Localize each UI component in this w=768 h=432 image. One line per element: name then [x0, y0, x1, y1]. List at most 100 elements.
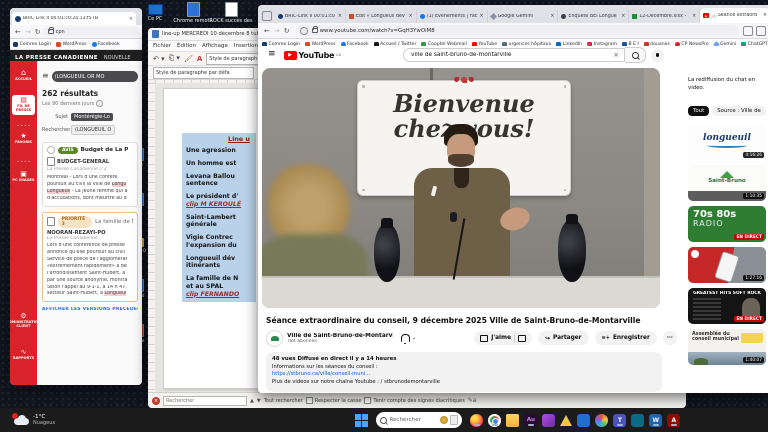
taskbar-explorer[interactable]	[506, 414, 519, 427]
close-tab-icon[interactable]: ×	[692, 14, 696, 19]
close-tab-icon[interactable]: ×	[409, 14, 413, 19]
save-button[interactable]: ≡+Enregistrer	[595, 331, 657, 345]
weather-widget[interactable]: -1°C Nuageux	[14, 414, 55, 426]
taskbar-app-teal[interactable]	[631, 414, 644, 427]
sujet-chip[interactable]: Montérégie-Lo	[71, 113, 113, 121]
video-player[interactable]: Bienvenue chez vous!	[262, 68, 660, 308]
press-tab[interactable]: BRIC-Link II 00:01:c0:2a:13:f5 (B ×	[12, 12, 136, 25]
undo-icon[interactable]: ↶ ▾	[153, 55, 165, 63]
desktop-icon-rock[interactable]: ROCK succès des	[214, 2, 248, 24]
sidebar-icon[interactable]	[756, 26, 766, 36]
extensions-icon[interactable]	[743, 26, 753, 36]
taskbar-word[interactable]: W	[649, 414, 662, 427]
close-tab-icon[interactable]: ×	[550, 14, 554, 19]
like-dislike-buttons[interactable]: J'aime	[474, 331, 532, 345]
sidebar-item-pc-images[interactable]: ▣PC IMAGES	[10, 171, 37, 182]
start-button[interactable]	[355, 414, 368, 427]
desktop-icon-chrome-remote[interactable]: Chrome remote	[176, 2, 210, 24]
article-card[interactable]: PRIORITÉ 3 La famille de N NOORAN-REZAYI…	[42, 212, 138, 303]
close-tab-icon[interactable]: ×	[621, 14, 625, 19]
sidebar-item-favoris[interactable]: ★FAVORIS	[10, 133, 37, 144]
highlight-icon[interactable]: A	[197, 55, 202, 63]
related-video-phone[interactable]: 1:27:16	[688, 247, 766, 283]
close-tab-icon[interactable]: ×	[480, 14, 484, 19]
tab-enquete-bei[interactable]: Enquête BEI Longue×	[558, 10, 629, 23]
menu-edition[interactable]: Édition	[177, 43, 196, 49]
youtube-search-box[interactable]: ×	[403, 48, 625, 62]
related-video-soft-rock[interactable]: GREATEST HITS SOFT ROCK EN DIRECT	[688, 288, 766, 324]
hamburger-icon[interactable]: ≡	[42, 74, 49, 79]
press-search-input[interactable]: (LONGUEUIL OR MO	[52, 71, 138, 82]
find-next-icon[interactable]: ▼	[257, 398, 261, 404]
filter-chip-tout[interactable]: Tout	[688, 106, 709, 116]
taskbar-firefox[interactable]	[470, 414, 483, 427]
tab-seance-extraordinaire-active[interactable]: ▶◁))Séance extraord×	[700, 8, 768, 23]
close-tab-icon[interactable]: ×	[338, 14, 342, 19]
taskbar-chrome[interactable]	[488, 414, 501, 427]
taskbar-app-pink[interactable]	[542, 414, 555, 427]
show-previous-versions-link[interactable]: AFFICHER LES VERSIONS PRÉCÉDENT	[42, 307, 138, 312]
match-case-checkbox[interactable]: Respecter la casse	[306, 397, 362, 404]
related-video-assemblee[interactable]: Assemblée du conseil municipal 1:40:07	[688, 329, 766, 365]
search-button[interactable]	[625, 47, 646, 63]
rechercher-chip[interactable]: (LONGUEUIL O	[71, 125, 115, 135]
close-tab-icon[interactable]: ×	[129, 16, 133, 22]
taskbar-drive[interactable]	[560, 415, 572, 426]
related-video-70s-80s-radio[interactable]: 70s 80s RADIO EN DIRECT	[688, 206, 766, 242]
youtube-logo[interactable]: ▶ YouTube CA	[284, 51, 342, 60]
sidebar-item-administration[interactable]: ⚙ADMINISTRATION CLIENT	[10, 313, 37, 329]
bookmark-comrex[interactable]: Comrex Login	[13, 42, 51, 47]
voice-search-button[interactable]	[651, 49, 664, 62]
reload-icon[interactable]: ↻	[284, 27, 290, 35]
article-card[interactable]: AVIS Budget de La P BUDGET-GÉNÉRAL La Pr…	[42, 142, 138, 207]
menu-affichage[interactable]: Affichage	[202, 43, 228, 49]
vertical-ruler[interactable]	[148, 83, 155, 393]
channel-avatar[interactable]	[266, 330, 283, 347]
press-url-bar[interactable]: cpn	[43, 27, 139, 36]
hamburger-icon[interactable]: ≡	[268, 52, 276, 57]
info-icon[interactable]: i	[96, 100, 103, 107]
tab-google-gemini[interactable]: Google Gemini×	[488, 10, 559, 23]
diacritics-checkbox[interactable]: Tenir compte des signes diacritiques	[364, 397, 464, 404]
notifications-button[interactable]: ⌄	[401, 334, 416, 342]
channel-info[interactable]: Ville de Saint-Bruno-de-Montarville 784 …	[287, 333, 393, 344]
find-input[interactable]	[163, 396, 247, 406]
close-find-icon[interactable]: ×	[152, 397, 160, 405]
find-prev-icon[interactable]: ▲	[250, 398, 254, 404]
radio-button[interactable]	[47, 146, 55, 154]
tab-audio-icon[interactable]: ◁))	[711, 14, 717, 18]
more-actions-button[interactable]: ⋯	[663, 331, 677, 345]
taskbar-photos[interactable]	[595, 414, 608, 427]
bookmark-wordpress[interactable]: WordPress	[56, 42, 86, 47]
youtube-url-bar[interactable]: www.youtube.com/watch?v=GqH3YwOiM8	[296, 25, 739, 36]
taskbar-audition[interactable]: Au	[524, 414, 537, 427]
share-button[interactable]: ↪Partager	[538, 331, 589, 345]
back-icon[interactable]: ←	[15, 28, 21, 36]
back-icon[interactable]: ←	[264, 27, 270, 35]
find-all-button[interactable]: Tout rechercher	[264, 398, 303, 404]
sidebar-item-fil-de-presse[interactable]: ▤FIL DE PRESSE	[12, 95, 35, 115]
forward-icon[interactable]: →	[274, 27, 280, 35]
close-tab-icon[interactable]: ×	[763, 13, 767, 18]
paragraph-style-select[interactable]: Style de paragraphe par défa	[153, 67, 254, 79]
sidebar-item-accueil[interactable]: ⌂ACCUEIL	[10, 69, 37, 81]
description-link[interactable]: https://stbruno.ca/ville/conseil-muni...	[272, 371, 656, 377]
paste-icon[interactable]: ⎗ ▾	[169, 54, 180, 63]
formatted-display-icon[interactable]: ✎a	[468, 397, 477, 404]
menu-fichier[interactable]: Fichier	[153, 43, 171, 49]
forward-icon[interactable]: →	[25, 28, 31, 36]
filter-chip-source[interactable]: Source : Ville de	[712, 106, 766, 116]
dislike-icon[interactable]	[518, 335, 526, 342]
taskbar-acrobat[interactable]: A	[667, 414, 680, 427]
sidebar-item-rapports[interactable]: ∿RAPPORTS	[10, 349, 37, 360]
taskbar-app-blue[interactable]	[577, 414, 590, 427]
tab-bric-link[interactable]: BRIC-Link II 00:01:c0×	[275, 10, 346, 23]
like-icon[interactable]	[480, 335, 488, 342]
tab-spreadsheet[interactable]: 12-Décembre.xlsx -×	[629, 10, 700, 23]
related-video-longueuil[interactable]: longueuil 4:16:26	[688, 124, 766, 160]
clear-search-icon[interactable]: ×	[613, 51, 619, 59]
related-video-saint-bruno[interactable]: Saint-Bruno 1:10:35	[688, 165, 766, 201]
tab-facebook-events[interactable]: (1) Événements | Fac×	[417, 10, 488, 23]
press-menu-nouvelles[interactable]: NOUVELLE	[104, 55, 131, 61]
bookmark-facebook[interactable]: Facebook	[92, 42, 120, 47]
